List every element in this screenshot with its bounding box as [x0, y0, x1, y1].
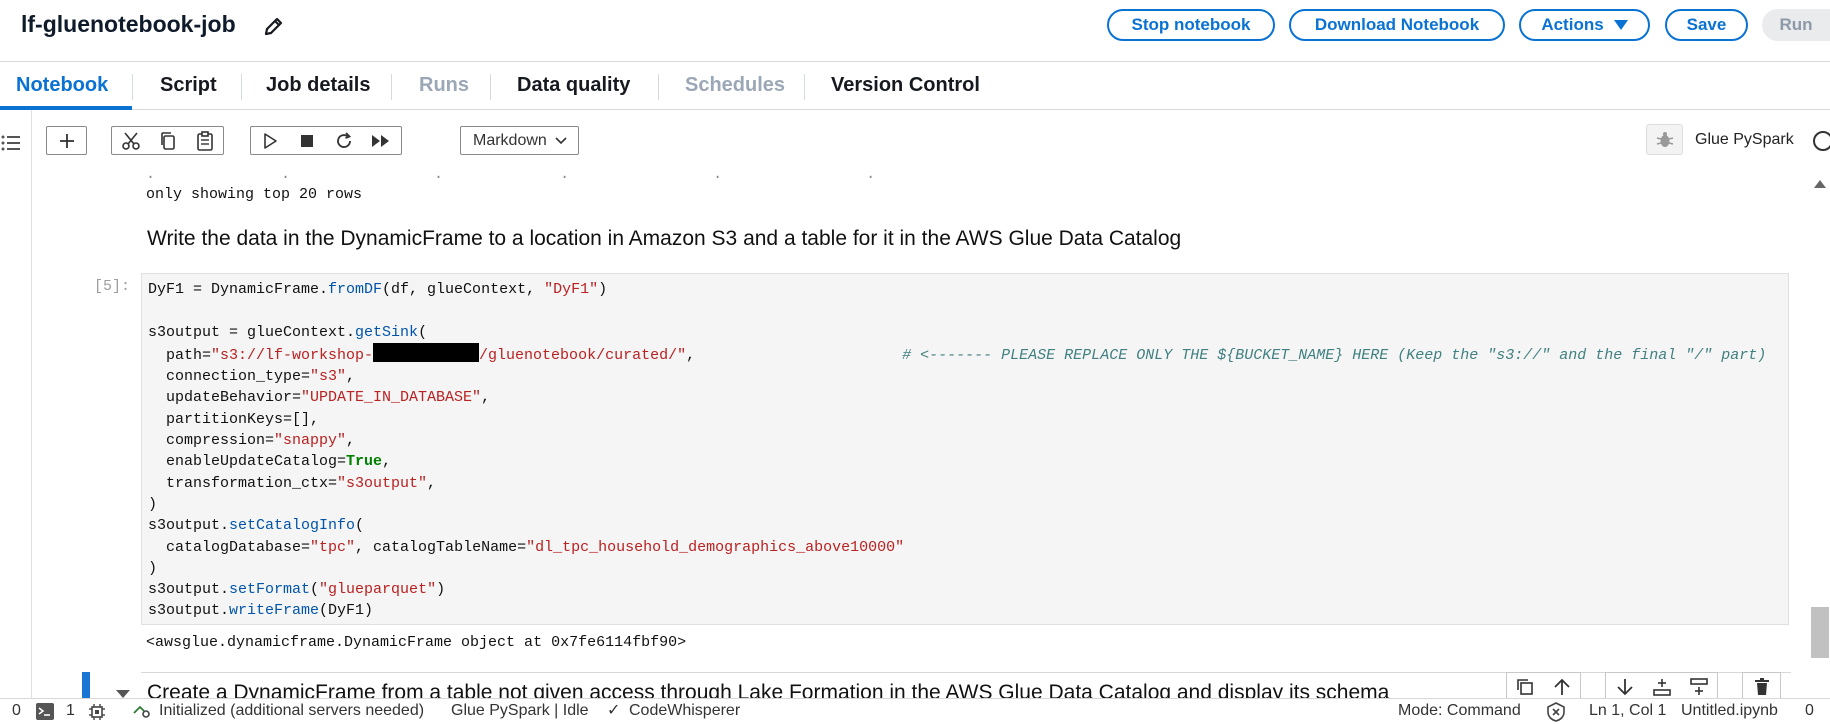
cut-button[interactable]	[112, 127, 149, 154]
execution-count-prompt: [5]:	[94, 278, 131, 295]
scissors-icon	[121, 131, 140, 150]
debugger-button[interactable]	[1646, 124, 1683, 155]
cell-toolbar-delete	[1742, 672, 1781, 698]
kernel-chip-icon[interactable]	[88, 703, 106, 724]
page-title: lf-gluenotebook-job	[21, 11, 236, 37]
scroll-up-arrow-icon[interactable]	[1814, 180, 1826, 188]
kernel-state[interactable]: Glue PySpark | Idle	[451, 702, 589, 720]
interrupt-kernel-button[interactable]	[288, 127, 325, 154]
cell-output: <awsglue.dynamicframe.DynamicFrame objec…	[146, 634, 687, 651]
copy-button[interactable]	[149, 127, 186, 154]
duplicate-icon	[1517, 679, 1534, 695]
fast-forward-icon	[371, 134, 389, 147]
restart-icon	[336, 131, 351, 148]
run-button[interactable]: Run	[1762, 9, 1830, 41]
run-controls-group	[250, 126, 402, 155]
duplicate-cell-button[interactable]	[1507, 674, 1544, 699]
clipboard-group	[111, 126, 224, 155]
tab-divider	[490, 74, 491, 100]
insert-below-icon	[1689, 678, 1708, 695]
cell-toolbar-right	[1605, 672, 1718, 698]
caret-down-icon	[1613, 20, 1628, 30]
delete-cell-button[interactable]	[1743, 674, 1780, 699]
cell-type-value: Markdown	[473, 131, 547, 149]
move-cell-up-button[interactable]	[1544, 674, 1581, 699]
cell-toolbar-left	[1506, 672, 1581, 698]
arrow-down-icon	[1616, 679, 1633, 696]
move-cell-down-button[interactable]	[1606, 674, 1643, 699]
actions-dropdown-button[interactable]: Actions	[1519, 9, 1650, 41]
notebook-toolbar: Markdown Glue PySpark	[32, 110, 1830, 172]
add-cell-button[interactable]	[47, 127, 86, 154]
redacted-bucket-name	[373, 342, 480, 362]
trash-icon	[1754, 678, 1769, 695]
active-cell-indicator	[82, 672, 90, 698]
bug-icon	[1656, 131, 1673, 147]
tab-divider	[391, 74, 392, 100]
initialization-status[interactable]: Initialized (additional servers needed)	[159, 702, 424, 720]
checkmark-icon: ✓	[607, 702, 621, 719]
cursor-position[interactable]: Ln 1, Col 1	[1589, 702, 1666, 720]
markdown-heading-cell[interactable]: Write the data in the DynamicFrame to a …	[147, 227, 1181, 251]
tab-bar: Notebook Script Job details Runs Data qu…	[0, 62, 1830, 110]
collapse-caret-icon[interactable]	[116, 690, 130, 698]
run-cell-button[interactable]	[251, 127, 288, 154]
kernel-name[interactable]: Glue PySpark	[1695, 131, 1794, 149]
tab-version-control[interactable]: Version Control	[831, 74, 980, 97]
previous-cell-output: only showing top 20 rows	[146, 186, 363, 203]
copy-icon	[160, 131, 175, 150]
stop-icon	[300, 134, 313, 147]
table-of-contents-icon[interactable]	[0, 133, 22, 153]
save-button[interactable]: Save	[1665, 9, 1748, 41]
edit-pencil-icon[interactable]	[262, 14, 286, 38]
status-count-c[interactable]: 0	[1805, 702, 1814, 720]
run-all-button[interactable]	[362, 127, 399, 154]
plus-icon	[59, 133, 74, 148]
tab-data-quality[interactable]: Data quality	[517, 74, 630, 97]
status-count-b[interactable]: 1	[66, 702, 75, 720]
tab-divider	[804, 74, 805, 100]
tab-schedules[interactable]: Schedules	[685, 74, 785, 97]
stop-notebook-button[interactable]: Stop notebook	[1107, 9, 1275, 41]
clipboard-icon	[196, 130, 213, 151]
connection-icon	[132, 703, 150, 724]
insert-cell-below-button[interactable]	[1680, 674, 1717, 699]
play-icon	[263, 132, 277, 149]
paste-button[interactable]	[186, 127, 223, 154]
scrollbar-thumb[interactable]	[1811, 607, 1829, 658]
insert-cell-group	[46, 126, 87, 155]
code-block: DyF1 = DynamicFrame.fromDF(df, glueConte…	[148, 281, 1767, 620]
tab-divider	[241, 74, 242, 100]
markdown-heading: Create a DynamicFrame from a table not g…	[147, 681, 1390, 698]
no-errors-icon[interactable]	[1546, 702, 1566, 724]
restart-kernel-button[interactable]	[325, 127, 362, 154]
terminal-icon[interactable]	[36, 703, 54, 724]
cell-type-select[interactable]: Markdown	[460, 126, 579, 155]
code-cell-editor[interactable]: DyF1 = DynamicFrame.fromDF(df, glueConte…	[141, 273, 1789, 625]
tab-divider	[132, 74, 133, 100]
codewhisperer-status[interactable]: CodeWhisperer	[629, 702, 740, 720]
actions-label: Actions	[1541, 15, 1604, 34]
editor-mode[interactable]: Mode: Command	[1398, 702, 1521, 720]
page-header: lf-gluenotebook-job Stop notebook Downlo…	[0, 0, 1830, 62]
download-notebook-button[interactable]: Download Notebook	[1289, 9, 1505, 41]
insert-cell-above-button[interactable]	[1643, 674, 1680, 699]
file-name: Untitled.ipynb	[1681, 702, 1778, 719]
status-count-a[interactable]: 0	[12, 702, 21, 720]
arrow-up-icon	[1554, 678, 1570, 695]
chevron-down-icon	[555, 136, 567, 144]
left-sidebar	[0, 110, 32, 698]
kernel-idle-status-icon	[1813, 131, 1830, 151]
tab-notebook[interactable]: Notebook	[16, 74, 108, 97]
tab-runs[interactable]: Runs	[419, 74, 469, 97]
tab-divider	[658, 74, 659, 100]
status-bar: 0 1 Initialized (additional servers need…	[0, 698, 1830, 724]
tab-job-details[interactable]: Job details	[266, 74, 370, 97]
insert-above-icon	[1652, 679, 1671, 696]
notebook-cells: . . . . . . only showing top 20 rows Wri…	[32, 172, 1812, 698]
tab-script[interactable]: Script	[160, 74, 217, 97]
